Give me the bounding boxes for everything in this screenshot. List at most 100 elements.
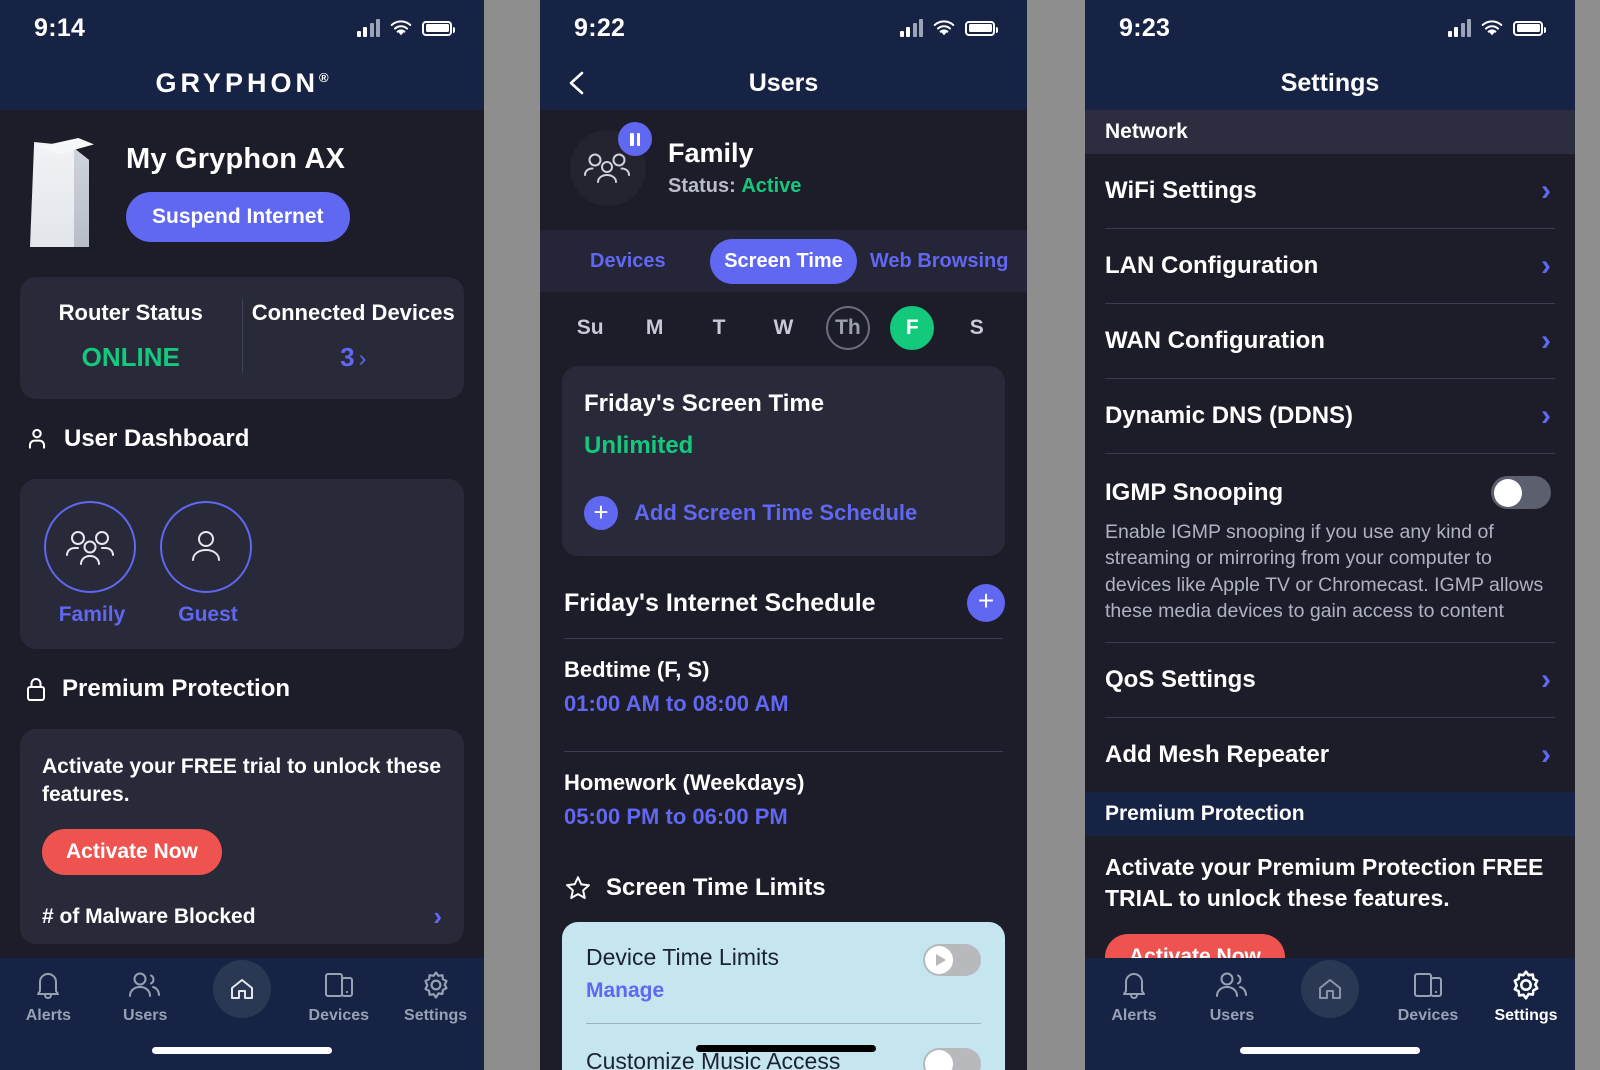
tab-home[interactable] <box>1281 960 1379 1023</box>
users-body: Family Status: Active Devices Screen Tim… <box>540 110 1027 1070</box>
igmp-snooping-toggle[interactable] <box>1491 476 1551 509</box>
malware-blocked-label: # of Malware Blocked <box>42 904 256 928</box>
setting-row-wifi-settings[interactable]: WiFi Settings › <box>1085 154 1575 228</box>
tab-devices[interactable]: Devices <box>554 239 702 284</box>
home-icon <box>230 979 253 999</box>
status-bar-icons <box>1447 19 1546 37</box>
schedule-row[interactable]: Bedtime (F, S) 01:00 AM to 08:00 AM <box>540 639 1027 735</box>
segmented-tabs: Devices Screen Time Web Browsing <box>540 230 1027 292</box>
status-bar-icons <box>899 19 998 37</box>
home-indicator <box>1240 1047 1420 1054</box>
user-avatar-family[interactable]: Family <box>44 500 140 627</box>
day-s[interactable]: S <box>945 306 1009 350</box>
pause-icon <box>618 122 652 156</box>
tab-alerts[interactable]: Alerts <box>0 968 97 1025</box>
gear-icon <box>1513 970 1539 1000</box>
router-status-label: Router Status <box>58 300 203 325</box>
user-status-value: Active <box>741 175 802 197</box>
bell-icon <box>1123 973 1145 999</box>
user-dashboard-heading: User Dashboard <box>0 399 484 469</box>
customize-music-access-toggle[interactable] <box>923 1048 981 1070</box>
tab-alerts[interactable]: Alerts <box>1085 968 1183 1025</box>
tab-devices[interactable]: Devices <box>1379 968 1477 1025</box>
user-status: Status: Active <box>668 175 801 198</box>
schedule-name: Bedtime (F, S) <box>564 657 710 682</box>
setting-label: Add Mesh Repeater <box>1105 741 1330 769</box>
battery-icon <box>1513 20 1546 36</box>
igmp-snooping-description: Enable IGMP snooping if you use any kind… <box>1105 521 1544 622</box>
tab-settings[interactable]: Settings <box>1477 968 1575 1025</box>
nav-bar: Settings <box>1085 56 1575 110</box>
user-dashboard-card: Family Guest <box>20 478 464 649</box>
day-f[interactable]: F <box>880 306 944 350</box>
divider <box>586 1023 981 1024</box>
user-avatar-guest[interactable]: Guest <box>160 500 256 627</box>
section-header-network: Network <box>1085 110 1575 154</box>
phone-screen-users: 9:22 Users Family Status: Active Devices… <box>540 0 1027 1070</box>
chevron-right-icon: › <box>1541 399 1551 432</box>
day-m[interactable]: M <box>622 306 686 350</box>
malware-blocked-row[interactable]: # of Malware Blocked › <box>42 901 442 932</box>
chevron-left-icon[interactable] <box>566 70 588 96</box>
schedule-time: 01:00 AM to 08:00 AM <box>564 691 789 716</box>
suspend-internet-button[interactable]: Suspend Internet <box>126 192 350 242</box>
person-icon <box>28 428 46 449</box>
router-status-column: Router Status ONLINE <box>20 299 243 373</box>
setting-row-lan-configuration[interactable]: LAN Configuration › <box>1085 229 1575 303</box>
cellular-signal-icon <box>899 19 923 37</box>
setting-row-igmp-snooping[interactable]: IGMP Snooping <box>1085 454 1575 519</box>
setting-row-dynamic-dns[interactable]: Dynamic DNS (DDNS) › <box>1085 379 1575 453</box>
activate-now-button[interactable]: Activate Now <box>42 829 222 876</box>
setting-label: WAN Configuration <box>1105 327 1325 354</box>
connected-devices-label: Connected Devices <box>251 300 455 325</box>
limit-manage-link[interactable]: Manage <box>586 979 779 1003</box>
day-w[interactable]: W <box>751 306 815 350</box>
chevron-right-icon: › <box>433 901 442 932</box>
tab-label: Devices <box>1397 1007 1459 1024</box>
user-dashboard-label: User Dashboard <box>64 424 250 452</box>
brand-name: GRYPHON <box>155 67 319 98</box>
router-image <box>30 132 98 247</box>
user-avatars: Family Guest <box>20 500 464 627</box>
star-icon <box>566 876 590 900</box>
add-schedule-button[interactable]: + <box>967 584 1005 622</box>
tab-devices[interactable]: Devices <box>290 968 387 1025</box>
user-avatar-label: Family <box>58 602 126 626</box>
status-bar-icons <box>356 19 455 37</box>
setting-row-add-mesh-repeater[interactable]: Add Mesh Repeater › <box>1085 718 1575 792</box>
wifi-icon <box>390 19 412 35</box>
cellular-signal-icon <box>356 19 380 37</box>
tab-settings[interactable]: Settings <box>387 968 484 1025</box>
page-title: Settings <box>1280 68 1380 97</box>
day-th[interactable]: Th <box>816 306 880 350</box>
tab-users[interactable]: Users <box>1183 968 1281 1025</box>
device-time-limits-toggle[interactable] <box>923 944 981 976</box>
tab-screen-time[interactable]: Screen Time <box>709 238 858 284</box>
tab-label: Users <box>1209 1007 1255 1024</box>
bottom-tab-bar: Alerts Users Devices Settings <box>0 958 484 1070</box>
nav-bar: Users <box>540 56 1027 110</box>
connected-devices-column[interactable]: Connected Devices 3 › <box>243 299 465 373</box>
setting-label: LAN Configuration <box>1105 252 1319 279</box>
day-t[interactable]: T <box>687 306 751 350</box>
schedule-row[interactable]: Homework (Weekdays) 05:00 PM to 06:00 PM <box>540 752 1027 848</box>
cellular-signal-icon <box>1447 19 1471 37</box>
setting-row-wan-configuration[interactable]: WAN Configuration › <box>1085 304 1575 378</box>
tab-web-browsing[interactable]: Web Browsing <box>865 239 1013 284</box>
chevron-right-icon: › <box>1541 663 1551 697</box>
users-icon <box>1216 972 1247 997</box>
setting-label: IGMP Snooping <box>1105 478 1284 506</box>
brand-bar: GRYPHON® <box>0 56 484 110</box>
premium-protection-label: Premium Protection <box>62 674 291 702</box>
day-su[interactable]: Su <box>558 306 622 350</box>
status-bar-time: 9:23 <box>1119 13 1171 42</box>
tab-home[interactable] <box>194 960 291 1023</box>
avatar <box>570 122 652 206</box>
tab-label: Settings <box>404 1007 468 1024</box>
limit-row[interactable]: Device Time Limits Manage <box>586 944 981 1003</box>
add-screen-time-schedule-button[interactable]: + Add Screen Time Schedule <box>584 496 983 530</box>
single-person-icon <box>192 530 220 561</box>
tab-label: Devices <box>308 1007 370 1024</box>
setting-row-qos-settings[interactable]: QoS Settings › <box>1085 643 1575 717</box>
tab-users[interactable]: Users <box>97 968 194 1025</box>
